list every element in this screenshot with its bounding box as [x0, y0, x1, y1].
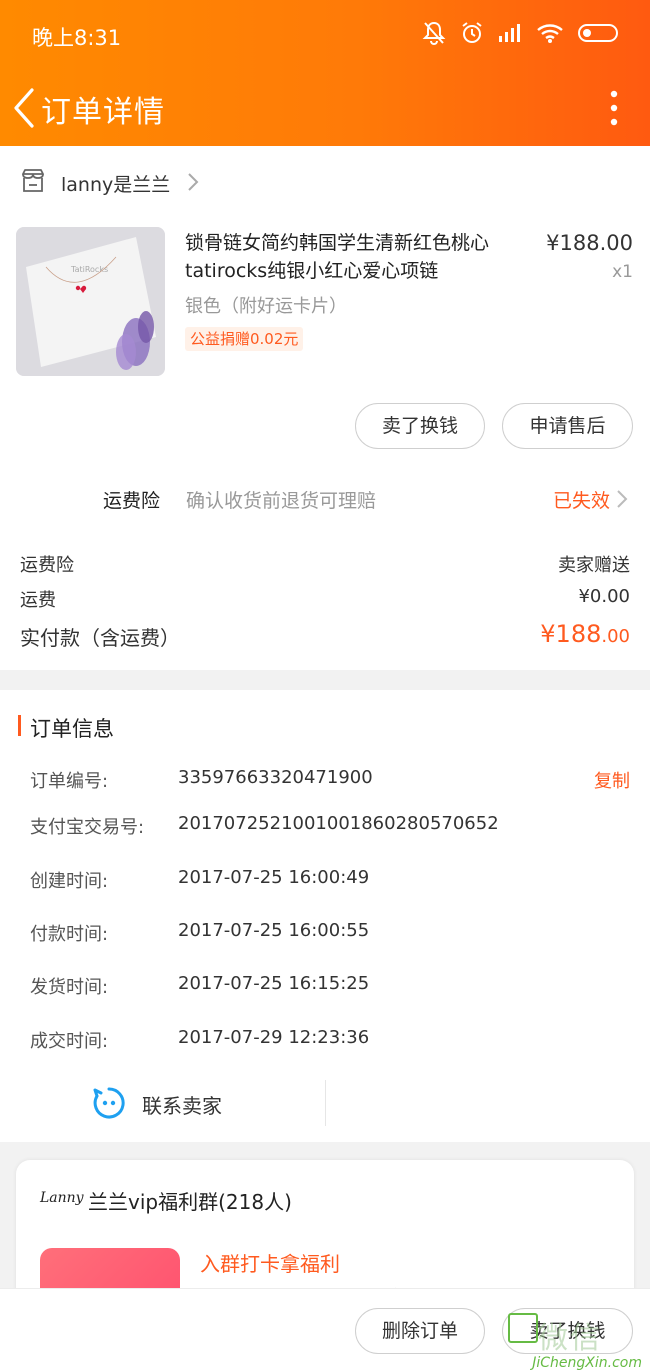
status-bar: 晚上8:31 [0, 0, 650, 72]
total-paid-label: 实付款（含运费） [20, 626, 180, 650]
group-title: 兰兰vip福利群(218人) [88, 1190, 292, 1214]
total-paid-value: ¥188.00 [540, 620, 630, 648]
page-title: 订单详情 [41, 95, 165, 130]
total-cents: .00 [601, 626, 630, 647]
status-time: 晚上8:31 [32, 26, 122, 50]
shipped-time: 2017-07-25 16:15:25 [178, 973, 370, 994]
order-info-title: 订单信息 [30, 717, 114, 741]
card-brand-text: TatiRocks [70, 265, 108, 274]
fee-label: 运费险 [20, 555, 74, 576]
apply-after-sale-button[interactable]: 申请售后 [502, 403, 633, 449]
nav-bar: 订单详情 [0, 72, 650, 146]
mute-bell-icon [422, 21, 446, 46]
paid-time: 2017-07-25 16:00:55 [178, 920, 370, 941]
alarm-icon [462, 22, 482, 43]
more-options-icon[interactable] [606, 88, 622, 128]
product-quantity: x1 [612, 262, 633, 282]
divider [325, 1080, 326, 1126]
info-label: 支付宝交易号: [30, 817, 145, 838]
fee-row-insurance: 运费险 卖家赠送 [20, 551, 630, 577]
product-title[interactable]: 锁骨链女简约韩国学生清新红色桃心tatirocks纯银小红心爱心项链 [185, 229, 530, 285]
contact-seller-label: 联系卖家 [142, 1094, 222, 1118]
bottom-action-bar: 删除订单 卖了换钱 微信 JiChengXin.com [0, 1288, 650, 1372]
shipping-insurance-row[interactable]: 运费险 确认收货前退货可理赔 已失效 [0, 472, 650, 524]
created-time: 2017-07-25 16:00:49 [178, 867, 370, 888]
charity-tag: 公益捐赠0.02元 [185, 327, 304, 351]
insurance-label: 运费险 [103, 490, 161, 512]
battery-icon [578, 24, 618, 42]
watermark: 微信 JiChengXin.com [508, 1309, 650, 1372]
fee-value: 卖家赠送 [558, 555, 630, 576]
product-price: ¥188.00 [546, 231, 633, 255]
total-main: ¥188 [540, 620, 602, 648]
group-logo: Lanny [40, 1190, 84, 1206]
order-info-card: 订单信息 订单编号: 33597663320471900 复制 支付宝交易号: … [0, 690, 650, 1142]
product-image[interactable]: TatiRocks [16, 227, 165, 376]
completed-time: 2017-07-29 12:23:36 [178, 1027, 370, 1048]
store-name: lanny是兰兰 [61, 174, 171, 196]
fee-label: 运费 [20, 590, 56, 611]
copy-button[interactable]: 复制 [594, 767, 630, 793]
order-item-card: lanny是兰兰 TatiRocks 锁骨链女简约韩国学生清新红色桃心tatir… [0, 146, 650, 670]
order-number: 33597663320471900 [178, 767, 373, 788]
watermark-brand: JiChengXin.com [532, 1355, 642, 1371]
signal-icon [499, 24, 520, 42]
header: 晚上8:31 订单详情 [0, 0, 650, 146]
watermark-logo-icon [508, 1313, 538, 1343]
info-label: 发货时间: [30, 977, 109, 998]
wifi-icon [537, 24, 563, 43]
info-label: 创建时间: [30, 871, 109, 892]
sell-for-cash-button[interactable]: 卖了换钱 [355, 403, 485, 449]
promo-title: 入群打卡拿福利 [200, 1252, 340, 1276]
watermark-big-text: 微信 [538, 1321, 602, 1356]
info-label: 订单编号: [30, 771, 109, 792]
chevron-right-icon [188, 173, 199, 191]
chat-face-icon [93, 1087, 125, 1119]
insurance-status: 已失效 [552, 490, 610, 512]
chevron-right-icon [617, 490, 628, 508]
fee-value: ¥0.00 [578, 586, 630, 607]
product-spec: 银色（附好运卡片） [185, 296, 347, 317]
info-label: 付款时间: [30, 924, 109, 945]
fee-row-shipping: 运费 ¥0.00 [20, 586, 630, 612]
status-icons [422, 20, 620, 46]
store-row[interactable]: lanny是兰兰 [0, 146, 650, 218]
section-accent-bar [18, 715, 21, 736]
delete-order-button[interactable]: 删除订单 [355, 1308, 485, 1354]
back-arrow-icon[interactable] [10, 86, 40, 130]
store-icon [22, 169, 44, 192]
alipay-trade-number: 2017072521001001860280570652 [178, 813, 499, 834]
insurance-description: 确认收货前退货可理赔 [186, 490, 377, 512]
info-label: 成交时间: [30, 1031, 109, 1052]
